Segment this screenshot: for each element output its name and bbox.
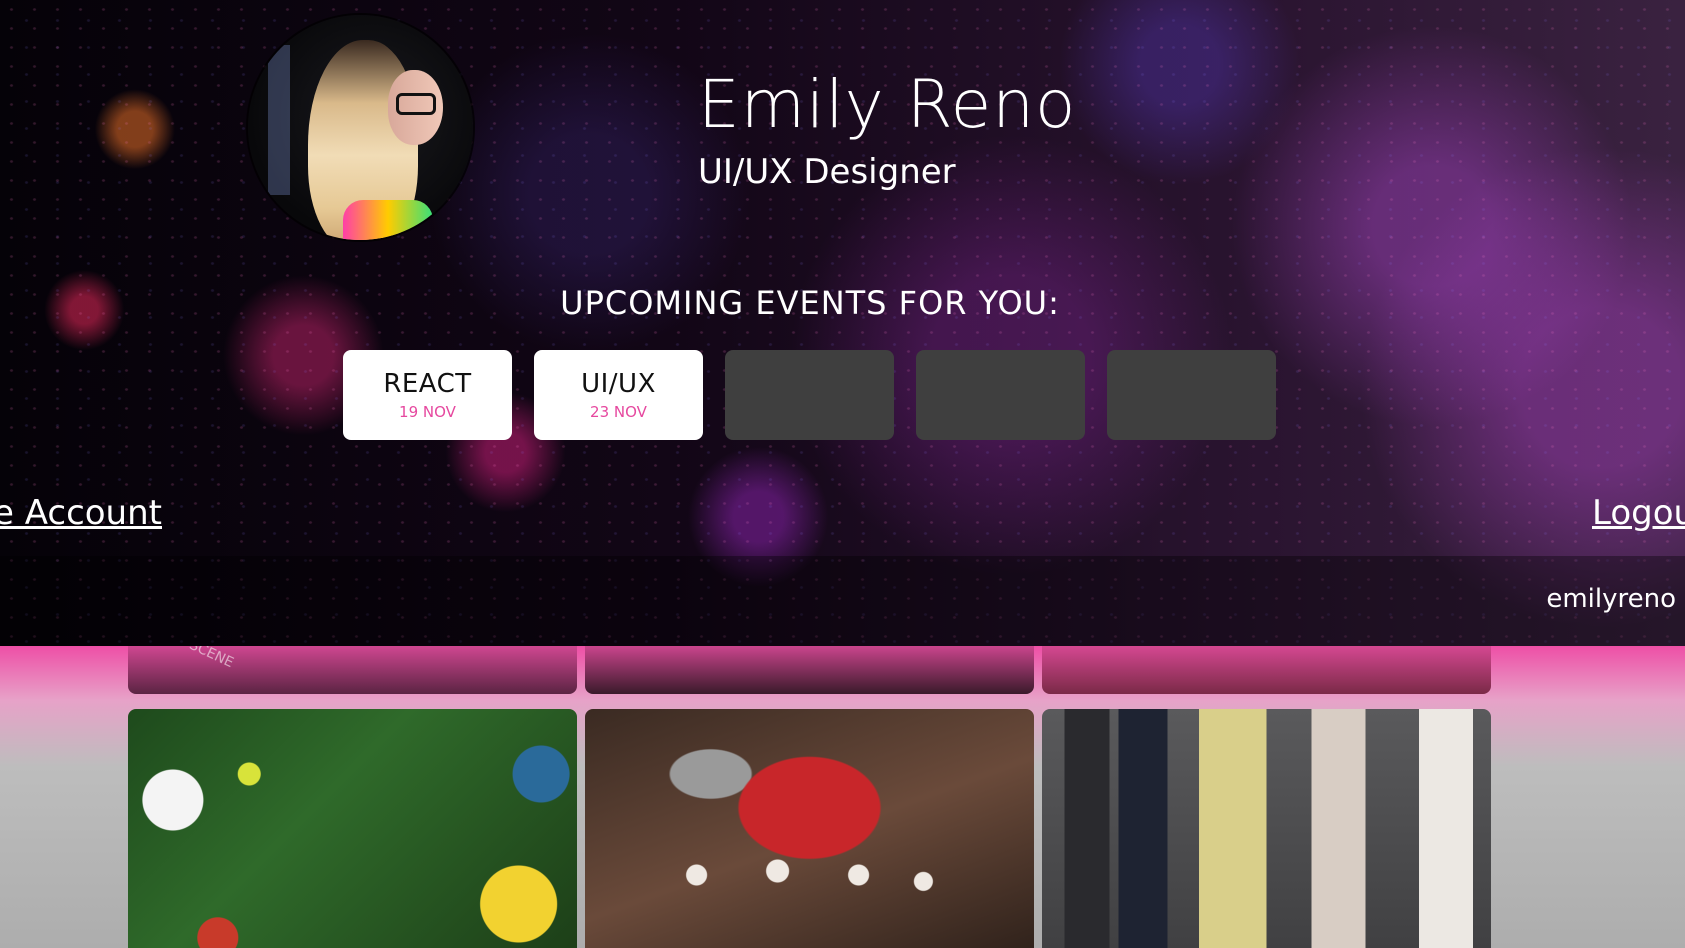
category-tile-fashion[interactable] [1042, 709, 1491, 948]
paper-family-figures [675, 859, 945, 939]
account-link[interactable]: e Account [0, 493, 162, 533]
avatar-glasses [396, 93, 436, 115]
event-title: UI/UX [581, 369, 656, 399]
user-bar: emilyreno [0, 556, 1685, 646]
event-card-empty [1107, 350, 1276, 440]
events-heading: UPCOMING EVENTS FOR YOU: [560, 284, 1060, 322]
event-card-empty [725, 350, 894, 440]
events-list: REACT 19 NOV UI/UX 23 NOV [343, 350, 1276, 440]
event-card-uiux[interactable]: UI/UX 23 NOV [534, 350, 703, 440]
category-tile-film[interactable]: SCENE [128, 646, 577, 694]
category-grid: SCENE [0, 646, 1685, 948]
username: emilyreno [1546, 584, 1676, 614]
category-tile-food[interactable] [1042, 646, 1491, 694]
logout-link[interactable]: Logou [1592, 493, 1685, 533]
avatar-background [268, 45, 290, 195]
profile-header: Emily Reno UI/UX Designer UPCOMING EVENT… [0, 0, 1685, 646]
profile-name: Emily Reno [698, 66, 1077, 143]
event-date: 19 NOV [399, 403, 456, 421]
category-tile[interactable] [585, 646, 1034, 694]
event-card-empty [916, 350, 1085, 440]
avatar[interactable] [248, 15, 473, 240]
profile-role: UI/UX Designer [698, 152, 956, 192]
event-title: REACT [383, 369, 472, 399]
event-card-react[interactable]: REACT 19 NOV [343, 350, 512, 440]
event-date: 23 NOV [590, 403, 647, 421]
category-tile-sports[interactable] [128, 709, 577, 948]
category-tile-health[interactable] [585, 709, 1034, 948]
avatar-shirt [343, 200, 433, 240]
scene-label: SCENE [186, 646, 237, 672]
